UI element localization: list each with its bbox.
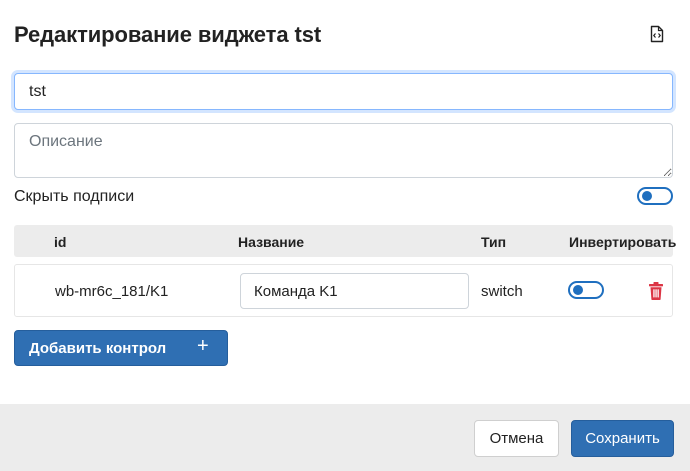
- hide-captions-toggle[interactable]: [637, 187, 673, 205]
- controls-table-header: id Название Тип Инвертировать: [14, 225, 677, 257]
- column-header-invert: Инвертировать: [569, 234, 677, 250]
- add-control-label: Добавить контрол: [29, 340, 167, 357]
- dialog-title: Редактирование виджета tst: [14, 22, 322, 47]
- column-header-id: id: [54, 234, 67, 250]
- toggle-knob: [642, 191, 652, 201]
- edit-widget-dialog: Редактирование виджета tst Скрыть подпис…: [0, 0, 690, 471]
- dialog-footer: Отмена Сохранить: [0, 404, 690, 471]
- widget-name-input[interactable]: [14, 73, 673, 110]
- control-type: switch: [481, 283, 523, 300]
- plus-icon: +: [197, 335, 209, 357]
- code-file-button[interactable]: [646, 23, 668, 45]
- toggle-knob: [573, 285, 583, 295]
- hide-captions-label: Скрыть подписи: [14, 188, 135, 205]
- add-control-button[interactable]: Добавить контрол +: [14, 330, 228, 366]
- invert-toggle[interactable]: [568, 281, 604, 299]
- code-file-icon: [650, 25, 664, 43]
- cancel-button[interactable]: Отмена: [474, 420, 559, 457]
- save-button[interactable]: Сохранить: [571, 420, 674, 457]
- delete-control-icon[interactable]: [647, 281, 665, 301]
- widget-description-input[interactable]: [14, 123, 673, 178]
- column-header-name: Название: [238, 234, 305, 250]
- control-id: wb-mr6c_181/K1: [55, 283, 169, 300]
- column-header-type: Тип: [481, 234, 507, 250]
- control-name-input[interactable]: [240, 273, 469, 309]
